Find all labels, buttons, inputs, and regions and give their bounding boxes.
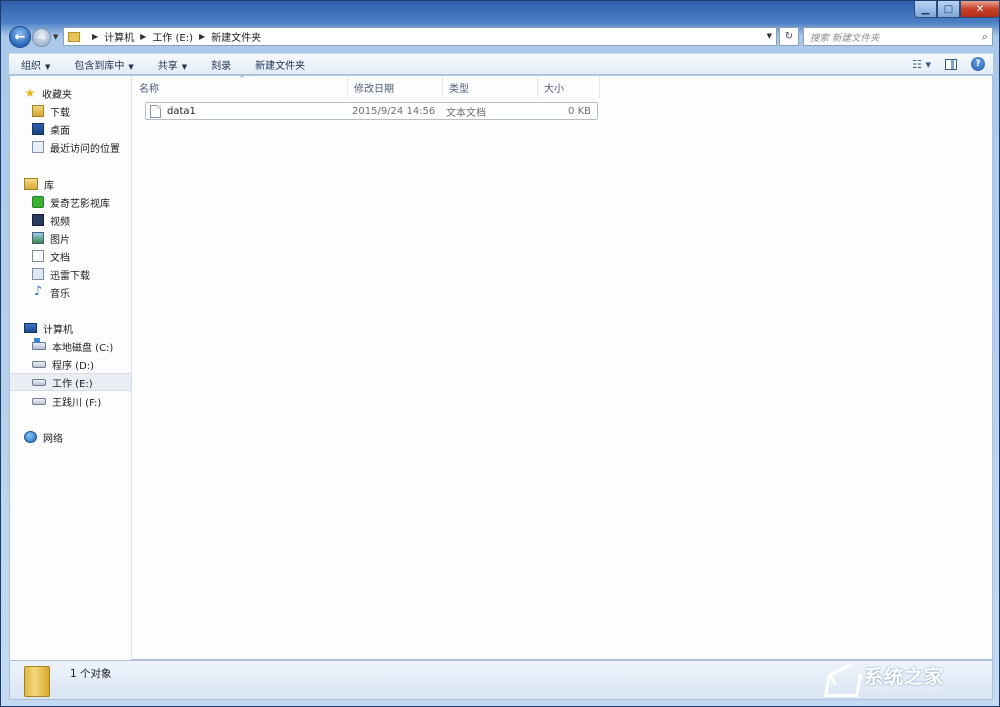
sidebar-computer[interactable]: 计算机 bbox=[24, 319, 145, 337]
item-count: 1 个对象 bbox=[70, 666, 112, 681]
organize-button[interactable]: 组织▼ bbox=[9, 57, 62, 72]
caret-down-icon: ▼ bbox=[45, 63, 50, 71]
recent-pages-dropdown[interactable]: ▼ bbox=[53, 33, 58, 41]
address-bar[interactable]: ▶ 计算机 ▶ 工作 (E:) ▶ 新建文件夹 ▼ bbox=[63, 27, 777, 46]
sidebar-favorites[interactable]: ★收藏夹 bbox=[24, 84, 145, 102]
explorer-window: ▁ □ ✕ ← → ▼ ▶ 计算机 ▶ 工作 (E:) ▶ 新建文件夹 ▼ ↻ … bbox=[0, 0, 1000, 707]
text-file-icon bbox=[150, 105, 161, 118]
search-input[interactable]: 搜索 新建文件夹 ⌕ bbox=[803, 27, 993, 46]
chevron-right-icon[interactable]: ▶ bbox=[140, 32, 146, 41]
folder-icon bbox=[68, 32, 80, 42]
address-history-dropdown[interactable]: ▼ bbox=[767, 32, 772, 40]
file-list[interactable]: 名称^ 修改日期 类型 大小 data1 2015/9/24 14:56 文本文… bbox=[133, 76, 993, 660]
close-button[interactable]: ✕ bbox=[960, 1, 1000, 18]
view-options-icon[interactable]: ☷ ▾ bbox=[912, 58, 931, 71]
chevron-right-icon[interactable]: ▶ bbox=[199, 32, 205, 41]
folder-icon bbox=[24, 666, 50, 697]
drive-icon bbox=[32, 379, 46, 386]
main-area: ★收藏夹 下载 桌面 最近访问的位置 库 爱奇艺影视库 视频 图片 文档 迅雷下… bbox=[9, 76, 993, 660]
search-icon[interactable]: ⌕ bbox=[982, 30, 988, 44]
breadcrumb-computer[interactable]: 计算机 bbox=[104, 29, 134, 44]
breadcrumb-drive[interactable]: 工作 (E:) bbox=[152, 29, 193, 44]
watermark-text: 系统之家 bbox=[864, 666, 944, 688]
file-type: 文本文档 bbox=[446, 104, 541, 119]
navigation-pane[interactable]: ★收藏夹 下载 桌面 最近访问的位置 库 爱奇艺影视库 视频 图片 文档 迅雷下… bbox=[10, 76, 132, 660]
details-pane: 1 个对象 系统之家 XITONGZHIJIA.NET bbox=[9, 660, 993, 700]
caret-down-icon: ▼ bbox=[182, 63, 187, 71]
forward-button[interactable]: → bbox=[32, 28, 51, 47]
chevron-right-icon[interactable]: ▶ bbox=[92, 32, 98, 41]
iqiyi-library-icon bbox=[32, 196, 44, 208]
recent-places-icon bbox=[32, 141, 44, 153]
sidebar-network[interactable]: 网络 bbox=[24, 428, 145, 446]
breadcrumb-folder[interactable]: 新建文件夹 bbox=[211, 29, 261, 44]
document-icon bbox=[32, 250, 44, 262]
xunlei-download-icon bbox=[32, 268, 44, 280]
new-folder-button[interactable]: 新建文件夹 bbox=[243, 57, 317, 72]
downloads-folder-icon bbox=[32, 105, 44, 117]
video-icon bbox=[32, 214, 44, 226]
library-icon bbox=[24, 178, 38, 190]
file-date: 2015/9/24 14:56 bbox=[351, 106, 446, 117]
sidebar-libraries[interactable]: 库 bbox=[24, 175, 145, 193]
search-placeholder: 搜索 新建文件夹 bbox=[810, 30, 880, 44]
computer-icon bbox=[24, 323, 37, 333]
network-icon bbox=[24, 431, 37, 443]
desktop-icon bbox=[32, 123, 44, 135]
preview-pane-icon[interactable] bbox=[945, 59, 957, 70]
watermark: 系统之家 XITONGZHIJIA.NET bbox=[824, 665, 984, 697]
house-logo-icon bbox=[824, 666, 858, 696]
refresh-icon: ↻ bbox=[785, 31, 793, 42]
column-header-row: 名称^ 修改日期 类型 大小 bbox=[133, 76, 600, 98]
drive-icon bbox=[32, 361, 46, 368]
file-size: 0 KB bbox=[541, 106, 591, 117]
command-bar: 组织▼ 包含到库中▼ 共享▼ 刻录 新建文件夹 ☷ ▾ ? bbox=[9, 53, 993, 75]
caret-down-icon: ▼ bbox=[128, 63, 133, 71]
maximize-button[interactable]: □ bbox=[937, 1, 960, 18]
minimize-button[interactable]: ▁ bbox=[914, 1, 937, 18]
column-header-date[interactable]: 修改日期 bbox=[348, 76, 443, 98]
system-drive-icon bbox=[32, 342, 46, 350]
file-row[interactable]: data1 2015/9/24 14:56 文本文档 0 KB bbox=[145, 102, 598, 120]
column-header-size[interactable]: 大小 bbox=[538, 76, 600, 98]
burn-button[interactable]: 刻录 bbox=[199, 57, 243, 72]
help-icon[interactable]: ? bbox=[971, 57, 985, 71]
back-button[interactable]: ← bbox=[9, 26, 31, 48]
drive-icon bbox=[32, 398, 46, 405]
refresh-button[interactable]: ↻ bbox=[779, 27, 799, 46]
star-icon: ★ bbox=[24, 87, 36, 99]
arrow-left-icon: ← bbox=[15, 30, 26, 45]
column-header-type[interactable]: 类型 bbox=[443, 76, 538, 98]
share-button[interactable]: 共享▼ bbox=[146, 57, 199, 72]
file-name: data1 bbox=[167, 106, 196, 117]
watermark-subtext: XITONGZHIJIA.NET bbox=[864, 686, 944, 694]
picture-icon bbox=[32, 232, 44, 244]
arrow-right-icon: → bbox=[37, 31, 46, 44]
include-in-library-button[interactable]: 包含到库中▼ bbox=[62, 57, 145, 72]
sidebar-item-drive-e[interactable]: 工作 (E:) bbox=[10, 373, 131, 391]
music-note-icon: ♪ bbox=[32, 286, 44, 298]
sort-ascending-icon: ^ bbox=[239, 75, 245, 83]
column-header-name[interactable]: 名称^ bbox=[133, 76, 348, 98]
